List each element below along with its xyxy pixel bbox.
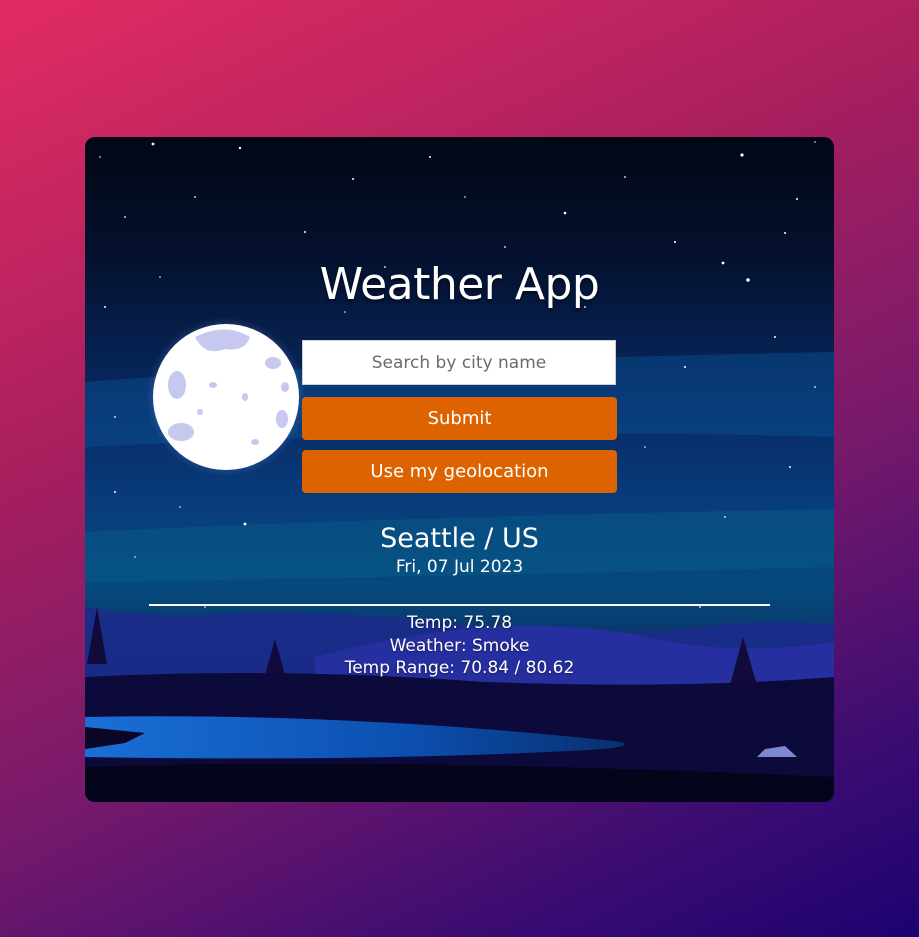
location-city: Seattle / US — [380, 523, 539, 554]
location-date: Fri, 07 Jul 2023 — [395, 557, 524, 577]
divider — [149, 604, 770, 606]
temperature-text: Temp: 75.78 — [406, 613, 513, 633]
weather-card: Weather App Submit Use my geolocation Se… — [85, 137, 834, 802]
weather-condition-text: Weather: Smoke — [389, 636, 530, 656]
app-title: Weather App — [319, 259, 600, 310]
city-search-input[interactable] — [302, 340, 616, 385]
submit-button[interactable]: Submit — [302, 397, 617, 440]
use-geolocation-button[interactable]: Use my geolocation — [302, 450, 617, 493]
weather-content: Weather App Submit Use my geolocation Se… — [85, 137, 834, 802]
temperature-range-text: Temp Range: 70.84 / 80.62 — [344, 658, 575, 678]
